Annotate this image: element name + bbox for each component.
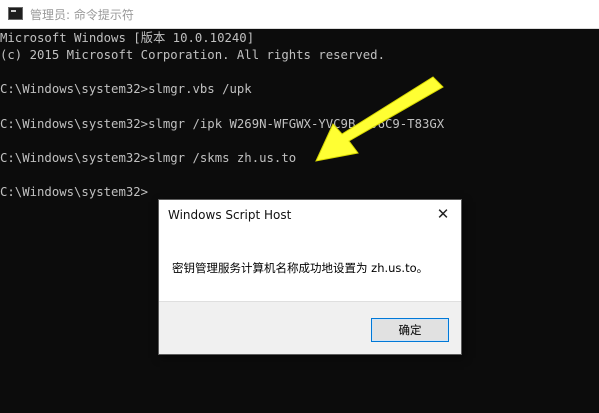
cmd-icon xyxy=(8,7,23,20)
console-line-prompt: C:\Windows\system32> xyxy=(0,185,149,199)
console-line-upk: C:\Windows\system32>slmgr.vbs /upk xyxy=(0,82,252,96)
console-line-version: Microsoft Windows [版本 10.0.10240] xyxy=(0,31,255,45)
title-bar[interactable]: 管理员: 命令提示符 xyxy=(0,0,599,29)
dialog-message: 密钥管理服务计算机名称成功地设置为 zh.us.to。 xyxy=(172,261,429,275)
command-prompt-window: 管理员: 命令提示符 Microsoft Windows [版本 10.0.10… xyxy=(0,0,599,413)
dialog-title: Windows Script Host xyxy=(168,208,292,222)
window-title: 管理员: 命令提示符 xyxy=(30,8,134,22)
console-line-copyright: (c) 2015 Microsoft Corporation. All righ… xyxy=(0,48,385,62)
ok-button[interactable]: 确定 xyxy=(371,318,449,342)
console-line-ipk: C:\Windows\system32>slmgr /ipk W269N-WFG… xyxy=(0,117,445,131)
script-host-dialog: Windows Script Host ✕ 密钥管理服务计算机名称成功地设置为 … xyxy=(158,199,462,355)
close-icon[interactable]: ✕ xyxy=(431,202,455,226)
console-line-skms: C:\Windows\system32>slmgr /skms zh.us.to xyxy=(0,151,297,165)
dialog-footer: 确定 xyxy=(159,301,461,354)
